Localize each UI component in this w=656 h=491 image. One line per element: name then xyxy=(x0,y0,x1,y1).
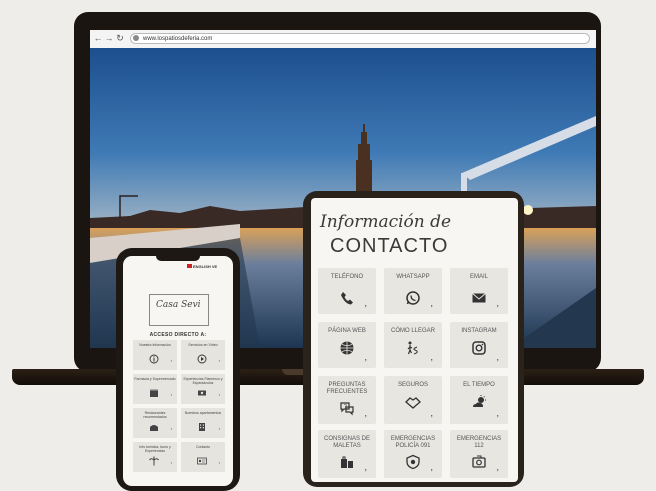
language-switch[interactable]: ENGLISH VE xyxy=(193,264,217,269)
shop-icon xyxy=(150,389,158,397)
cell-label: INSTAGRAM xyxy=(461,328,497,334)
contact-card-icon xyxy=(197,457,207,465)
quick-restaurantes[interactable]: Restaurantes recomendados , xyxy=(133,408,177,438)
address-bar[interactable]: www.lospatiosdeferia.com xyxy=(130,33,590,44)
uk-flag-icon[interactable] xyxy=(187,264,192,268)
back-arrow-icon[interactable]: ← xyxy=(93,33,103,43)
contact-title-caps: CONTACTO xyxy=(330,235,449,257)
site-info-icon[interactable] xyxy=(133,35,139,41)
contact-instagram-button[interactable]: INSTAGRAM , xyxy=(450,322,508,368)
contact-consignas-maletas-button[interactable]: CONSIGNAS DE MALETAS , xyxy=(318,430,376,478)
cell-label: PREGUNTAS FRECUENTES xyxy=(326,382,368,395)
faq-icon: ? xyxy=(340,402,354,416)
restaurant-icon xyxy=(150,425,158,431)
cell-label: EMERGENCIAS POLICÍA 091 xyxy=(390,436,436,449)
phone-screen: ENGLISH VE Casa Sevi ACCESO DIRECTO A: N… xyxy=(123,256,233,486)
quick-servicios-video[interactable]: Servicios en Vídeo , xyxy=(181,340,225,370)
browser-toolbar: ← → ↻ www.lospatiosdeferia.com xyxy=(90,30,596,49)
brand-logo: Casa Sevi xyxy=(156,300,201,310)
contact-preguntas-frecuentes-button[interactable]: PREGUNTAS FRECUENTES ? , xyxy=(318,376,376,424)
contact-seguros-button[interactable]: SEGUROS , xyxy=(384,376,442,424)
contact-whatsapp-button[interactable]: WHATSAPP , xyxy=(384,268,442,314)
contact-email-button[interactable]: EMAIL , xyxy=(450,268,508,314)
play-icon xyxy=(197,354,207,364)
contact-emergencias-policia-button[interactable]: EMERGENCIAS POLICÍA 091 , xyxy=(384,430,442,478)
svg-text:?: ? xyxy=(344,404,347,410)
quick-farmacia-supermercado[interactable]: Farmacia y Supermercado , xyxy=(133,374,177,404)
cell-label: CONSIGNAS DE MALETAS xyxy=(323,436,370,449)
quick-nuestros-apartamentos[interactable]: Nuestros apartamentos , xyxy=(181,408,225,438)
palm-icon xyxy=(149,456,159,466)
whatsapp-icon xyxy=(406,291,420,305)
ambulance-icon xyxy=(472,455,486,468)
phone-notch xyxy=(156,254,200,261)
phone-icon xyxy=(341,292,353,305)
contact-telefono-button[interactable]: TELÉFONO , xyxy=(318,268,376,314)
cell-label: CÓMO LLEGAR xyxy=(390,328,435,334)
quick-info-turistica[interactable]: Info turística, tours y Experiencias , xyxy=(133,442,177,472)
ticket-icon xyxy=(198,390,206,396)
cell-label: PÁGINA WEB xyxy=(328,328,366,334)
reload-icon[interactable]: ↻ xyxy=(115,33,125,43)
contact-emergencias-112-button[interactable]: EMERGENCIAS 112 , xyxy=(450,430,508,478)
quick-access-heading: ACCESO DIRECTO A: xyxy=(149,332,207,338)
info-icon xyxy=(149,354,159,364)
handshake-icon xyxy=(405,397,421,409)
forward-arrow-icon[interactable]: → xyxy=(104,33,114,43)
email-icon xyxy=(472,293,486,303)
cell-label: EMERGENCIAS 112 xyxy=(456,436,502,449)
luggage-icon xyxy=(341,456,353,468)
cell-label: EL TIEMPO xyxy=(463,382,495,388)
quick-contacto[interactable]: Contacto , xyxy=(181,442,225,472)
cell-label: SEGUROS xyxy=(397,382,428,388)
quick-experiencias-flamenco[interactable]: Experiencias Flamenco y Espectáculos , xyxy=(181,374,225,404)
police-badge-icon xyxy=(406,454,420,470)
tablet-screen: Información de CONTACTO TELÉFONO , WHATS… xyxy=(311,198,518,482)
instagram-icon xyxy=(472,341,486,355)
cell-label: TELÉFONO xyxy=(330,274,364,280)
contact-como-llegar-button[interactable]: CÓMO LLEGAR , xyxy=(384,322,442,368)
quick-nuestra-informacion[interactable]: Nuestra Información , xyxy=(133,340,177,370)
walk-route-icon xyxy=(407,341,418,355)
globe-icon xyxy=(340,341,354,355)
weather-icon xyxy=(473,395,486,407)
contact-el-tiempo-button[interactable]: EL TIEMPO , xyxy=(450,376,508,424)
cell-label: EMAIL xyxy=(469,274,488,280)
apartment-icon xyxy=(199,423,205,431)
contact-pagina-web-button[interactable]: PÁGINA WEB , xyxy=(318,322,376,368)
contact-title-script: Información de xyxy=(320,212,452,232)
cell-label: WHATSAPP xyxy=(396,274,430,280)
brand-logo-frame xyxy=(149,294,209,326)
